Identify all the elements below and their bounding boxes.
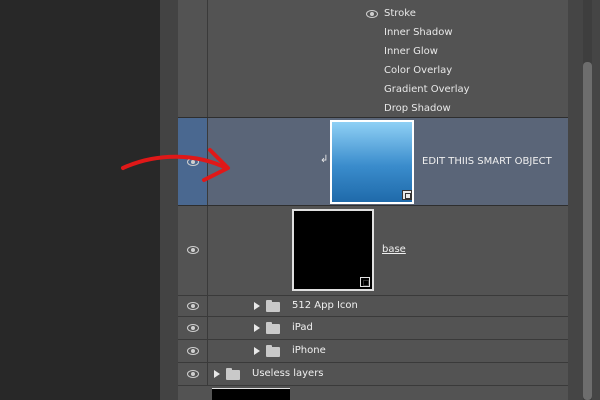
eye-icon[interactable] bbox=[366, 10, 378, 18]
layer-name-base[interactable]: base bbox=[382, 244, 406, 255]
folder-icon bbox=[226, 368, 240, 380]
smart-object-badge-icon bbox=[402, 190, 412, 200]
partial-layer-thumbnail bbox=[212, 388, 290, 400]
group-name-iphone[interactable]: iPhone bbox=[292, 345, 326, 356]
effect-stroke[interactable]: Stroke bbox=[384, 8, 416, 19]
layer-group-512-app-icon[interactable]: 512 App Icon bbox=[178, 296, 568, 317]
eye-icon[interactable] bbox=[187, 370, 199, 378]
layer-effects-row: Stroke Inner Shadow Inner Glow Color Ove… bbox=[178, 0, 568, 118]
effects-eye-column bbox=[178, 0, 208, 117]
folder-icon bbox=[266, 300, 280, 312]
base-thumbnail[interactable] bbox=[292, 209, 374, 291]
panel-divider bbox=[160, 0, 178, 400]
group-eye-column bbox=[178, 340, 208, 362]
layer-group-iphone[interactable]: iPhone bbox=[178, 340, 568, 363]
layer-group-ipad[interactable]: iPad bbox=[178, 317, 568, 340]
eye-icon[interactable] bbox=[187, 302, 199, 310]
effect-inner-glow[interactable]: Inner Glow bbox=[384, 46, 438, 57]
folder-icon bbox=[266, 322, 280, 334]
group-eye-column bbox=[178, 296, 208, 316]
disclosure-triangle-icon[interactable] bbox=[254, 324, 260, 332]
disclosure-triangle-icon[interactable] bbox=[254, 347, 260, 355]
smart-object-badge-icon bbox=[360, 277, 370, 287]
effect-inner-shadow[interactable]: Inner Shadow bbox=[384, 27, 453, 38]
layer-group-useless-layers[interactable]: Useless layers bbox=[178, 363, 568, 386]
group-name-ipad[interactable]: iPad bbox=[292, 322, 313, 333]
group-name-useless-layers[interactable]: Useless layers bbox=[252, 368, 324, 379]
layers-panel: Stroke Inner Shadow Inner Glow Color Ove… bbox=[178, 0, 568, 400]
folder-icon bbox=[266, 345, 280, 357]
eye-icon[interactable] bbox=[187, 246, 199, 254]
group-eye-column bbox=[178, 317, 208, 339]
disclosure-triangle-icon[interactable] bbox=[254, 302, 260, 310]
effect-gradient-overlay[interactable]: Gradient Overlay bbox=[384, 84, 470, 95]
eye-icon[interactable] bbox=[187, 347, 199, 355]
effect-color-overlay[interactable]: Color Overlay bbox=[384, 65, 452, 76]
base-eye-column bbox=[178, 206, 208, 295]
scrollbar-thumb[interactable] bbox=[583, 62, 592, 400]
group-eye-column bbox=[178, 363, 208, 385]
clip-arrow-icon: ↲ bbox=[320, 154, 329, 165]
layer-row-base[interactable]: base bbox=[178, 206, 568, 296]
effect-drop-shadow[interactable]: Drop Shadow bbox=[384, 103, 451, 114]
layer-name-smart-object[interactable]: EDIT THIIS SMART OBJECT bbox=[422, 156, 552, 167]
smart-object-thumbnail[interactable] bbox=[330, 120, 414, 204]
group-name-512-app-icon[interactable]: 512 App Icon bbox=[292, 300, 358, 311]
disclosure-triangle-icon[interactable] bbox=[214, 370, 220, 378]
eye-icon[interactable] bbox=[187, 324, 199, 332]
canvas-area bbox=[0, 0, 160, 400]
red-arrow-annotation bbox=[121, 148, 230, 182]
